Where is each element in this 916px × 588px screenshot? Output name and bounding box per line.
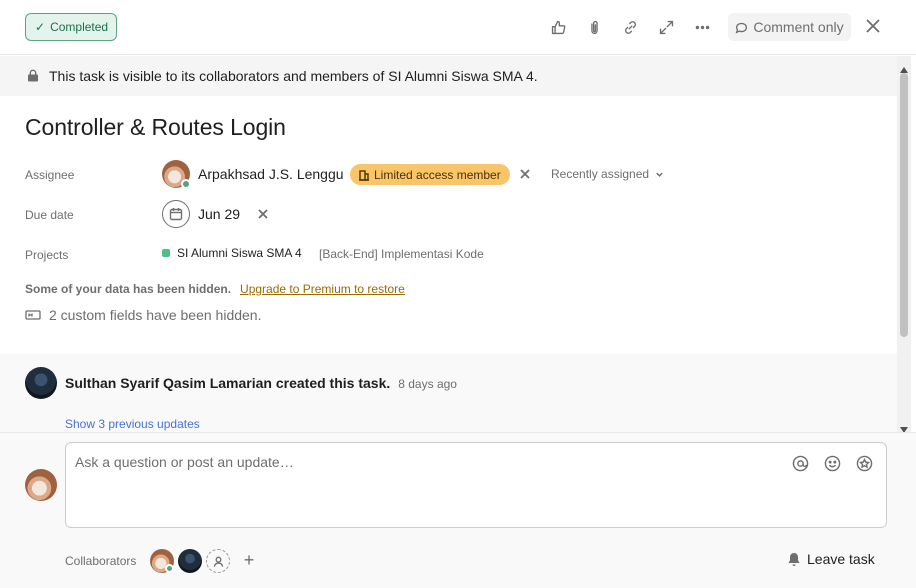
remove-assignee-button[interactable] <box>518 167 532 181</box>
task-toolbar: ✓ Completed Comment only <box>0 0 916 55</box>
due-date-label: Due date <box>25 208 74 222</box>
copy-link-button[interactable] <box>617 14 643 40</box>
close-task-button[interactable] <box>862 15 884 37</box>
comment-only-button[interactable]: Comment only <box>728 13 851 41</box>
smiley-icon <box>824 455 840 471</box>
scroll-down-arrow-icon[interactable] <box>900 420 908 433</box>
leave-task-label: Leave task <box>807 551 875 567</box>
recently-assigned-dropdown[interactable]: Recently assigned <box>551 167 664 181</box>
projects-label: Projects <box>25 248 69 262</box>
emoji-button[interactable] <box>822 453 842 473</box>
check-icon: ✓ <box>35 20 46 34</box>
building-icon <box>359 169 369 181</box>
more-actions-button[interactable] <box>689 14 715 40</box>
task-detail-pane: This task is visible to its collaborator… <box>0 56 897 432</box>
more-icon <box>695 25 709 29</box>
limited-access-label: Limited access member <box>374 167 501 182</box>
composer-actions <box>790 453 874 473</box>
speech-bubble-icon <box>735 22 748 34</box>
close-icon <box>258 209 268 219</box>
mark-complete-button[interactable]: ✓ Completed <box>25 13 118 41</box>
attach-button[interactable] <box>581 14 607 40</box>
due-date-picker[interactable] <box>162 200 190 228</box>
calendar-icon <box>169 208 183 221</box>
custom-fields-hidden: 2 custom fields have been hidden. <box>25 307 261 323</box>
activity-timestamp: 8 days ago <box>398 377 457 391</box>
scroll-thumb[interactable] <box>900 73 908 337</box>
collaborators-label: Collaborators <box>65 554 137 568</box>
comment-input[interactable]: Ask a question or post an update… <box>65 442 887 528</box>
hidden-data-text: Some of your data has been hidden. <box>25 282 232 296</box>
custom-fields-hidden-text: 2 custom fields have been hidden. <box>49 307 262 323</box>
online-status-dot <box>181 179 191 189</box>
activity-story: Sulthan Syarif Qasim Lamarian created th… <box>65 375 457 391</box>
assignee-label: Assignee <box>25 168 75 182</box>
person-icon <box>213 556 223 567</box>
assignee-name[interactable]: Arpakhsad J.S. Lenggu <box>198 166 344 182</box>
visibility-banner: This task is visible to its collaborator… <box>0 56 897 96</box>
hidden-data-notice: Some of your data has been hidden. Upgra… <box>25 282 405 296</box>
at-mention-icon <box>792 455 808 471</box>
add-collaborator-button[interactable] <box>206 549 230 573</box>
project-section-dropdown[interactable]: [Back-End] Implementasi Kode <box>319 247 484 261</box>
online-status-dot <box>165 564 174 573</box>
project-name: SI Alumni Siswa SMA 4 <box>177 246 302 260</box>
visibility-text: This task is visible to its collaborator… <box>49 68 538 84</box>
close-icon <box>520 169 530 179</box>
link-icon <box>624 20 636 34</box>
limited-access-badge: Limited access member <box>350 164 510 185</box>
scroll-up-arrow-icon[interactable] <box>900 60 908 73</box>
add-collaborator-plus-button[interactable]: + <box>240 550 258 570</box>
expand-icon <box>659 20 673 34</box>
status-label: Completed <box>50 20 109 34</box>
task-title[interactable]: Controller & Routes Login <box>25 114 286 141</box>
star-badge-icon <box>856 455 872 471</box>
comment-placeholder: Ask a question or post an update… <box>75 454 294 470</box>
leave-task-button[interactable]: Leave task <box>787 551 875 567</box>
like-button[interactable] <box>545 14 571 40</box>
lock-icon <box>28 69 38 82</box>
paperclip-icon <box>590 20 598 34</box>
upgrade-premium-link[interactable]: Upgrade to Premium to restore <box>240 282 405 296</box>
project-link[interactable]: SI Alumni Siswa SMA 4 <box>162 246 302 260</box>
recently-assigned-label: Recently assigned <box>551 167 650 181</box>
bell-icon <box>788 552 800 566</box>
task-scrollbar[interactable] <box>897 56 911 433</box>
custom-field-icon <box>25 310 41 320</box>
close-icon <box>866 19 880 33</box>
clear-due-date-button[interactable] <box>256 207 270 221</box>
activity-action: created this task. <box>275 375 391 391</box>
show-previous-updates-link[interactable]: Show 3 previous updates <box>65 417 200 431</box>
appreciation-button[interactable] <box>854 453 874 473</box>
mention-button[interactable] <box>790 453 810 473</box>
due-date-value[interactable]: Jun 29 <box>198 206 240 222</box>
activity-actor-name: Sulthan Syarif Qasim Lamarian <box>65 375 272 391</box>
creator-avatar[interactable] <box>25 367 57 399</box>
project-color-dot <box>162 249 170 257</box>
current-user-avatar <box>25 469 57 501</box>
chevron-down-icon <box>656 172 663 177</box>
activity-actor[interactable]: Sulthan Syarif Qasim Lamarian created th… <box>65 375 390 391</box>
comment-only-label: Comment only <box>753 19 844 35</box>
thumbs-up-icon <box>551 20 565 34</box>
fullscreen-button[interactable] <box>653 14 679 40</box>
collaborator-avatar[interactable] <box>178 549 202 573</box>
